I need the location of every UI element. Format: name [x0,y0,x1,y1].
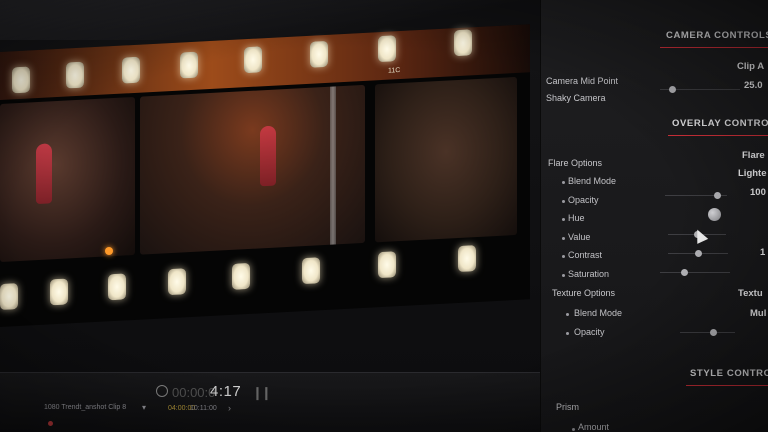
flare-options-value[interactable]: Flare [742,150,765,161]
shaky-camera-value[interactable]: 25.0 [744,80,763,91]
light-leak-dot [105,247,113,255]
film-frame [0,96,135,262]
texture-blend-mode-label: Blend Mode [574,308,623,318]
figure-silhouette [36,143,52,205]
bullet-icon [562,200,565,203]
chevron-down-icon[interactable]: ▾ [142,403,146,412]
bullet-icon [566,313,569,316]
bullet-icon [562,274,565,277]
sprocket-hole [0,283,18,310]
texture-options-label: Texture Options [552,288,616,298]
section-underline [668,135,768,136]
section-underline [660,47,768,48]
pause-icon[interactable]: ❙❙ [252,385,272,401]
texture-opacity-slider[interactable] [680,332,735,333]
bullet-icon [562,181,565,184]
texture-opacity-label: Opacity [574,327,605,337]
sprocket-hole [122,56,140,84]
camera-controls-title: CAMERA CONTROLS [666,30,768,41]
bullet-icon [562,255,565,258]
flare-options-label: Flare Options [548,158,603,168]
saturation-slider[interactable] [660,272,730,273]
timecode-prefix: 00:00:0 [172,385,216,400]
sprocket-hole [458,245,476,272]
bullet-icon [566,332,569,335]
sprocket-hole [454,29,472,57]
sprocket-hole [378,35,396,63]
sprocket-hole [232,262,250,290]
chevron-right-icon[interactable]: › [228,403,231,413]
contrast-value[interactable]: 1 [760,247,765,258]
sprocket-hole [108,273,126,301]
timecode-display: 4:17 [210,383,242,400]
sprocket-hole [12,66,30,94]
film-strip-preview: 11C [0,24,530,327]
contrast-label: Contrast [568,250,603,260]
style-controls-title: STYLE CONTRO [690,368,768,379]
camera-mid-point-value[interactable]: Clip A [737,61,764,72]
bullet-icon [562,218,565,221]
sprocket-hole [50,278,68,306]
slider-thumb[interactable] [668,86,676,93]
saturation-label: Saturation [568,269,610,279]
slider-thumb[interactable] [681,269,688,276]
opacity-label: Opacity [568,195,599,205]
sprocket-hole [302,257,320,285]
blend-mode-value[interactable]: Lighte [738,168,767,179]
sprocket-hole [310,40,328,68]
film-frame [140,84,365,255]
slider-thumb[interactable] [694,250,702,257]
pole-shape [330,84,336,247]
film-frame [375,76,517,243]
sprocket-hole [244,46,262,74]
hue-label: Hue [568,213,585,223]
bullet-icon [562,237,565,240]
amount-label: Amount [578,422,610,432]
shaky-camera-label: Shaky Camera [546,93,606,103]
overlay-controls-title: OVERLAY CONTRO [672,118,768,129]
figure-silhouette [260,125,276,187]
section-underline [686,385,768,386]
texture-options-value[interactable]: Textu [738,288,763,299]
value-label: Value [568,232,591,242]
camera-mid-point-label: Camera Mid Point [546,76,619,86]
frame-marker: 11C [388,67,401,75]
prism-label: Prism [556,402,579,412]
bullet-icon [572,428,575,431]
sprocket-hole [168,268,186,296]
timecode-icon [156,385,168,397]
sprocket-hole [180,51,198,79]
timeline-bar[interactable]: 00:00:0 4:17 ❙❙ 1080 Trendt_anshot Clip … [0,372,540,432]
texture-blend-mode-value[interactable]: Mul [750,308,766,319]
clip-out-timecode: 10:11:00 [190,405,217,412]
video-viewer[interactable]: 11C 00:00:0 4:17 ❙❙ 1080 Trendt_anshot C… [0,0,540,432]
clip-name[interactable]: 1080 Trendt_anshot Clip 8 [44,404,126,411]
opacity-value[interactable]: 100 [750,187,766,198]
sprocket-hole [378,251,396,279]
hue-knob[interactable] [708,208,721,221]
blend-mode-label: Blend Mode [568,176,617,186]
slider-thumb[interactable] [709,329,717,336]
sprocket-hole [66,61,84,89]
record-dot-icon [48,421,53,426]
